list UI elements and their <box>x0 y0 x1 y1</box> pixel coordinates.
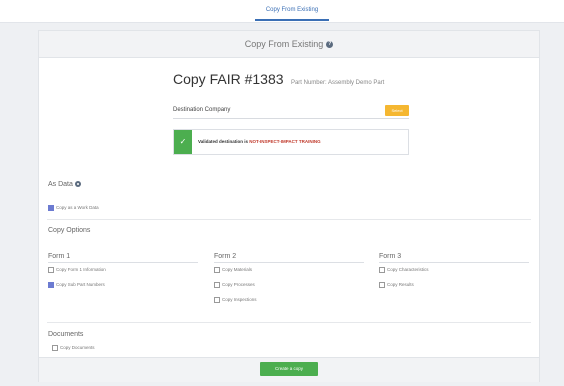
copy-results-checkbox[interactable]: Copy Results <box>379 281 414 288</box>
checkbox-icon[interactable] <box>52 344 58 351</box>
page-title: Copy FAIR #1383 <box>173 71 284 87</box>
column-divider <box>214 262 364 263</box>
column-divider <box>48 262 198 263</box>
checkbox-label: Copy Materials <box>222 267 253 273</box>
checkbox-icon[interactable] <box>214 266 220 273</box>
copy-processes-checkbox[interactable]: Copy Processes <box>214 281 255 288</box>
panel-header-title: Copy From Existing <box>244 39 324 49</box>
checkbox-icon[interactable] <box>214 281 220 288</box>
alert-prefix: Validated destination is <box>198 139 250 144</box>
form-3-heading: Form 3 <box>379 253 402 260</box>
copy-form-1-information-checkbox[interactable]: Copy Form 1 Information <box>48 266 106 273</box>
copy-sub-part-numbers-checkbox[interactable]: Copy Sub Part Numbers <box>48 281 105 288</box>
copy-materials-checkbox[interactable]: Copy Materials <box>214 266 253 273</box>
validation-alert: ✓ Validated destination is NOT-INSPECT-I… <box>173 129 409 155</box>
documents-heading: Documents <box>48 331 84 338</box>
copy-inspections-checkbox[interactable]: Copy Inspections <box>214 296 257 303</box>
checkbox-icon[interactable] <box>48 266 54 273</box>
checkbox-label: Copy Sub Part Numbers <box>56 282 105 288</box>
gear-icon[interactable] <box>74 181 81 188</box>
panel-header: Copy From Existing? <box>39 31 539 58</box>
divider <box>47 219 531 220</box>
alert-message: Validated destination is NOT-INSPECT-IMP… <box>198 139 321 144</box>
checkbox-label: Copy Inspections <box>222 297 257 303</box>
checkbox-label: Copy Results <box>387 282 414 288</box>
page-title-row: Copy FAIR #1383 Part Number: Assembly De… <box>173 71 384 89</box>
destination-company-label: Destination Company <box>173 107 231 113</box>
as-data-label: As Data <box>48 181 73 188</box>
checkbox-checked-icon[interactable] <box>48 204 54 211</box>
copy-panel: Copy From Existing? Copy FAIR #1383 Part… <box>38 30 540 382</box>
column-divider <box>379 262 529 263</box>
top-bar: Copy From Existing <box>0 0 564 23</box>
part-number: Part Number: Assembly Demo Part <box>290 80 385 86</box>
copy-characteristics-checkbox[interactable]: Copy Characteristics <box>379 266 429 273</box>
checkbox-label: Copy Form 1 Information <box>56 267 106 273</box>
copy-as-work-data-label: Copy as a Work Data <box>56 205 99 211</box>
help-icon[interactable]: ? <box>326 41 334 49</box>
tab-copy-from-existing[interactable]: Copy From Existing <box>255 6 329 21</box>
select-destination-button[interactable]: Select <box>385 105 409 116</box>
checkbox-label: Copy Processes <box>222 282 255 288</box>
create-copy-button[interactable]: Create a copy <box>260 362 318 376</box>
copy-documents-checkbox[interactable]: Copy Documents <box>52 344 95 351</box>
panel-footer: Create a copy <box>39 357 539 382</box>
divider <box>47 322 531 323</box>
checkbox-icon[interactable] <box>379 266 385 273</box>
copy-as-work-data-checkbox[interactable]: Copy as a Work Data <box>48 204 99 211</box>
form-1-heading: Form 1 <box>48 253 71 260</box>
destination-company-field[interactable]: Destination Company Select <box>173 104 409 119</box>
checkbox-label: Copy Characteristics <box>387 267 429 273</box>
as-data-heading: As Data <box>48 181 81 188</box>
alert-highlight: NOT-INSPECT-IMPACT TRAINING <box>249 139 321 144</box>
checkbox-label: Copy Documents <box>60 345 95 351</box>
checkbox-icon[interactable] <box>214 296 220 303</box>
form-2-heading: Form 2 <box>214 253 237 260</box>
copy-options-heading: Copy Options <box>48 227 91 234</box>
checkbox-checked-icon[interactable] <box>48 281 54 288</box>
checkbox-icon[interactable] <box>379 281 385 288</box>
check-icon: ✓ <box>174 130 192 154</box>
